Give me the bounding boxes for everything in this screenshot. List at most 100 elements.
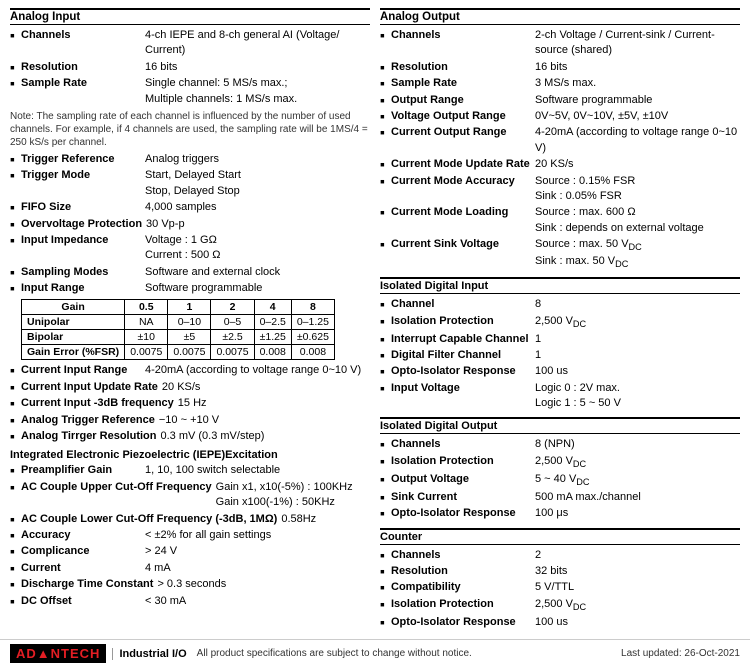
list-item: ▪ Voltage Output Range 0V~5V, 0V~10V, ±5… (380, 109, 740, 124)
spec-label: Digital Filter Channel (391, 348, 531, 363)
list-item: ▪ Input Impedance Voltage : 1 GΩCurrent … (10, 233, 370, 264)
list-item: ▪ Current Mode Update Rate 20 KS/s (380, 157, 740, 172)
bullet-icon: ▪ (10, 60, 18, 75)
bullet-icon: ▪ (380, 332, 388, 347)
spec-value: 16 bits (535, 60, 740, 75)
spec-label: Overvoltage Protection (21, 217, 142, 232)
list-item: ▪ Opto-Isolator Response 100 μs (380, 506, 740, 521)
spec-value: 4-20mA (according to voltage range 0~10 … (145, 363, 370, 378)
spec-value: 2,500 VDC (535, 314, 740, 331)
spec-label: Output Range (391, 93, 531, 108)
list-item: ▪ Current Mode Loading Source : max. 600… (380, 205, 740, 236)
bullet-icon: ▪ (10, 265, 18, 280)
spec-label: Trigger Mode (21, 168, 141, 183)
spec-value: 20 KS/s (535, 157, 740, 172)
spec-label: Sample Rate (21, 76, 141, 91)
spec-label: Channels (21, 28, 141, 43)
spec-label: Analog Trigger Reference (21, 413, 155, 428)
gain-cell: 0.008 (291, 345, 334, 360)
bullet-icon: ▪ (380, 615, 388, 630)
list-item: ▪ Discharge Time Constant > 0.3 seconds (10, 577, 370, 592)
brand-logo-text: AD (16, 646, 37, 661)
spec-label: Sample Rate (391, 76, 531, 91)
list-item: ▪ Opto-Isolator Response 100 us (380, 364, 740, 379)
bullet-icon: ▪ (380, 60, 388, 75)
spec-value: 1, 10, 100 switch selectable (145, 463, 370, 478)
spec-label: Discharge Time Constant (21, 577, 153, 592)
spec-value: < ±2% for all gain settings (145, 528, 370, 543)
list-item: ▪ Compatibility 5 V/TTL (380, 580, 740, 595)
list-item: ▪ Sink Current 500 mA max./channel (380, 490, 740, 505)
list-item: ▪ Current Input -3dB frequency 15 Hz (10, 396, 370, 411)
isolated-digital-input-specs: ▪ Channel 8 ▪ Isolation Protection 2,500… (380, 297, 740, 411)
list-item: ▪ Channel 8 (380, 297, 740, 312)
spec-label: Current Mode Update Rate (391, 157, 531, 172)
bullet-icon: ▪ (10, 528, 18, 543)
spec-label: Channels (391, 437, 531, 452)
bullet-icon: ▪ (10, 577, 18, 592)
gain-header: Gain (22, 300, 125, 315)
gain-cell: ±0.625 (291, 330, 334, 345)
spec-value: 4,000 samples (145, 200, 370, 215)
list-item: ▪ Current 4 mA (10, 561, 370, 576)
spec-value: 4 mA (145, 561, 370, 576)
gain-header: 0.5 (125, 300, 168, 315)
bullet-icon: ▪ (10, 544, 18, 559)
list-item: ▪ Sample Rate 3 MS/s max. (380, 76, 740, 91)
spec-label: Channel (391, 297, 531, 312)
spec-label: Current Sink Voltage (391, 237, 531, 252)
spec-label: Voltage Output Range (391, 109, 531, 124)
bullet-icon: ▪ (380, 237, 388, 252)
bullet-icon: ▪ (380, 125, 388, 140)
list-item: ▪ Input Range Software programmable (10, 281, 370, 296)
spec-value: 8 (NPN) (535, 437, 740, 452)
spec-value: 5 ~ 40 VDC (535, 472, 740, 489)
spec-label: Trigger Reference (21, 152, 141, 167)
brand-area: AD▲NTECH Industrial I/O (10, 644, 187, 663)
analog-output-title: Analog Output (380, 8, 740, 25)
gain-header: 1 (168, 300, 211, 315)
gain-cell: NA (125, 315, 168, 330)
bullet-icon: ▪ (10, 561, 18, 576)
list-item: ▪ Current Sink Voltage Source : max. 50 … (380, 237, 740, 271)
brand-section-label: Industrial I/O (112, 648, 186, 660)
right-column: Analog Output ▪ Channels 2-ch Voltage / … (380, 8, 740, 631)
bullet-icon: ▪ (10, 76, 18, 91)
list-item: ▪ Resolution 16 bits (380, 60, 740, 75)
list-item: ▪ Opto-Isolator Response 100 us (380, 615, 740, 630)
bullet-icon: ▪ (10, 200, 18, 215)
bullet-icon: ▪ (380, 381, 388, 396)
spec-value: Single channel: 5 MS/s max.;Multiple cha… (145, 76, 370, 107)
bullet-icon: ▪ (380, 297, 388, 312)
spec-value: 2,500 VDC (535, 597, 740, 614)
bullet-icon: ▪ (380, 28, 388, 43)
list-item: ▪ Channels 2 (380, 548, 740, 563)
analog-input-title: Analog Input (10, 8, 370, 25)
analog-input-specs-2: ▪ Trigger Reference Analog triggers ▪ Tr… (10, 152, 370, 297)
bullet-icon: ▪ (10, 463, 18, 478)
spec-label: Current Output Range (391, 125, 531, 140)
list-item: ▪ Current Input Update Rate 20 KS/s (10, 380, 370, 395)
bullet-icon: ▪ (380, 93, 388, 108)
spec-value: 15 Hz (178, 396, 370, 411)
spec-value: Source : max. 50 VDCSink : max. 50 VDC (535, 237, 740, 271)
spec-label: FIFO Size (21, 200, 141, 215)
spec-label: Resolution (391, 60, 531, 75)
spec-value: Source : 0.15% FSRSink : 0.05% FSR (535, 174, 740, 205)
list-item: ▪ Isolation Protection 2,500 VDC (380, 454, 740, 471)
bullet-icon: ▪ (380, 564, 388, 579)
bullet-icon: ▪ (10, 480, 18, 495)
list-item: ▪ Channels 2-ch Voltage / Current-sink /… (380, 28, 740, 59)
left-column: Analog Input ▪ Channels 4-ch IEPE and 8-… (10, 8, 370, 631)
spec-label: Sampling Modes (21, 265, 141, 280)
gain-table: Gain 0.5 1 2 4 8 Unipolar NA 0–10 0–5 0–… (21, 299, 335, 360)
list-item: ▪ Overvoltage Protection 30 Vp-p (10, 217, 370, 232)
spec-value: Software and external clock (145, 265, 370, 280)
spec-value: Software programmable (535, 93, 740, 108)
list-item: ▪ Channels 4-ch IEPE and 8-ch general AI… (10, 28, 370, 59)
list-item: ▪ Resolution 32 bits (380, 564, 740, 579)
bullet-icon: ▪ (10, 512, 18, 527)
spec-value: 3 MS/s max. (535, 76, 740, 91)
bullet-icon: ▪ (380, 454, 388, 469)
spec-label: AC Couple Upper Cut-Off Frequency (21, 480, 212, 495)
